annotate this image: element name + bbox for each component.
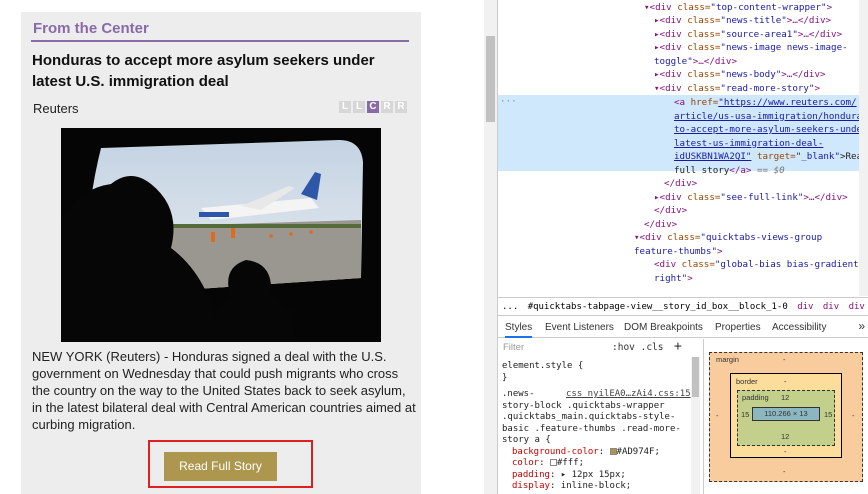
web-page: From the Center Honduras to accept more … [0, 0, 484, 494]
dom-line[interactable]: ▾<div class="read-more-story"> [654, 82, 820, 96]
style-property[interactable]: padding: ▸ 12px 15px; [512, 470, 626, 482]
tab-accessibility[interactable]: Accessibility [772, 322, 826, 333]
breadcrumb-item[interactable]: div [849, 302, 865, 312]
scrollbar-thumb[interactable] [692, 357, 699, 397]
more-tabs-icon[interactable]: » [858, 319, 865, 333]
style-rule-selector: basic .feature-thumbs .read-more- [502, 423, 681, 434]
margin-right-value[interactable]: - [852, 411, 855, 420]
styles-pane: Filter :hov .cls + element.style { } .ne… [498, 339, 704, 494]
styles-filter-input[interactable]: Filter [503, 342, 524, 353]
dom-line[interactable]: </div> [664, 177, 697, 191]
breadcrumb-item[interactable]: div [797, 302, 813, 312]
dom-line[interactable]: ▾<div class="quicktabs-views-group [634, 231, 822, 245]
style-rule-selector[interactable]: .news-css_nyilEA0…zAi4.css:15 [502, 389, 691, 401]
margin-label: margin [716, 355, 739, 364]
box-padding[interactable]: padding 12 15 15 12 110.266 × 13 [737, 390, 835, 446]
scrollbar-thumb[interactable] [486, 36, 495, 122]
breadcrumb-id[interactable]: #quicktabs-tabpage-view__story_id_box__b… [528, 302, 788, 312]
style-rule-selector[interactable]: element.style { [502, 361, 583, 373]
section-divider [31, 40, 409, 42]
article-headline[interactable]: Honduras to accept more asylum seekers u… [32, 50, 412, 92]
dom-line-selected[interactable]: full story</a> == $0 [674, 164, 785, 178]
border-top-value[interactable]: - [784, 377, 787, 386]
new-style-rule-button[interactable]: + [674, 339, 682, 354]
dom-line[interactable]: ▸<div class="news-body">…</div> [654, 68, 826, 82]
dom-line-selected[interactable]: article/us-usa-immigration/honduras- [674, 110, 868, 124]
tab-dom-breakpoints[interactable]: DOM Breakpoints [624, 322, 703, 333]
padding-left-value[interactable]: 15 [741, 410, 749, 419]
padding-top-value[interactable]: 12 [781, 393, 789, 402]
border-bottom-value[interactable]: - [784, 447, 787, 456]
dom-line-selected[interactable]: idUSKBN1WA2QI" target="_blank">Read [674, 150, 868, 164]
breadcrumb-item[interactable]: div [823, 302, 839, 312]
style-property[interactable]: background-color: #AD974F; [512, 447, 660, 459]
dom-line[interactable]: ▸<div class="news-title">…</div> [654, 14, 831, 28]
box-content[interactable]: 110.266 × 13 [752, 407, 820, 421]
dom-line[interactable]: right"> [654, 272, 693, 286]
bias-letter-right: R [395, 101, 407, 113]
article-card: From the Center Honduras to accept more … [21, 12, 421, 494]
dom-line[interactable]: feature-thumbs"> [634, 245, 723, 259]
dom-line[interactable]: </div> [654, 204, 687, 218]
style-rule-selector: story a { [502, 435, 551, 445]
bias-letter-lean-right: R [381, 101, 393, 113]
style-rule-close: } [502, 373, 508, 383]
padding-right-value[interactable]: 15 [824, 410, 832, 419]
style-property[interactable]: display: inline-block; [512, 481, 631, 493]
tab-properties[interactable]: Properties [715, 322, 761, 333]
hov-cls-toggle[interactable]: :hov .cls [612, 342, 663, 353]
dom-line[interactable]: ▸<div class="news-image news-image- [654, 41, 848, 55]
dom-line[interactable]: ▾<div class="top-content-wrapper"> [644, 1, 832, 15]
padding-label: padding [742, 393, 769, 402]
tab-styles[interactable]: Styles [505, 322, 533, 338]
style-rule-selector: story-block .quicktabs-wrapper [502, 400, 665, 411]
style-property[interactable]: color: #fff; [512, 458, 584, 470]
bias-letter-left: L [339, 101, 351, 113]
styles-scrollbar[interactable] [691, 357, 700, 494]
section-title: From the Center [33, 20, 149, 37]
dom-scrollbar[interactable] [859, 0, 868, 296]
news-photo[interactable] [61, 128, 381, 342]
box-border[interactable]: border - - padding 12 15 15 12 110.266 ×… [730, 373, 842, 458]
style-rule-selector: .quicktabs_main.quicktabs-style- [502, 412, 676, 422]
stylesheet-link[interactable]: css_nyilEA0…zAi4.css:15 [566, 389, 691, 401]
dom-line-selected[interactable]: to-accept-more-asylum-seekers-under- [674, 123, 868, 137]
color-swatch-icon[interactable] [549, 459, 557, 466]
highlight-annotation [148, 440, 313, 488]
bias-rating: L L C R R [339, 101, 407, 113]
page-scrollbar[interactable] [484, 0, 497, 494]
devtools-tabs: Styles Event Listeners DOM Breakpoints P… [498, 317, 868, 338]
border-label: border [736, 377, 758, 386]
breadcrumb-ellipsis[interactable]: ... [502, 302, 518, 312]
margin-bottom-value[interactable]: - [783, 467, 786, 476]
box-margin[interactable]: margin - - - - border - - padding 12 15 … [709, 352, 863, 482]
dom-line[interactable]: <div class="global-bias bias-gradient- [654, 258, 864, 272]
dom-line[interactable]: ▸<div class="source-area1">…</div> [654, 28, 842, 42]
color-swatch-icon[interactable] [609, 447, 617, 455]
article-source[interactable]: Reuters [33, 101, 79, 116]
elements-tree: ··· ▾<div class="top-content-wrapper"> ▸… [498, 0, 868, 296]
airport-window-photo [61, 128, 381, 342]
breadcrumb: ... #quicktabs-tabpage-view__story_id_bo… [498, 297, 868, 316]
node-ellipsis[interactable]: ··· [500, 96, 517, 107]
article-body: NEW YORK (Reuters) - Honduras signed a d… [32, 349, 416, 432]
dom-line[interactable]: ▸<div class="see-full-link">…</div> [654, 191, 848, 205]
dom-line[interactable]: </div> [644, 218, 677, 232]
margin-top-value[interactable]: - [783, 355, 786, 364]
padding-bottom-value[interactable]: 12 [781, 432, 789, 441]
box-model-diagram: margin - - - - border - - padding 12 15 … [705, 339, 868, 494]
dom-line[interactable]: toggle">…</div> [654, 55, 737, 69]
tab-event-listeners[interactable]: Event Listeners [545, 322, 614, 333]
bias-letter-center: C [367, 101, 379, 113]
dom-line-selected[interactable]: latest-us-immigration-deal- [674, 137, 823, 151]
margin-left-value[interactable]: - [716, 411, 719, 420]
dom-line-selected[interactable]: <a href="https://www.reuters.com/ [674, 96, 857, 110]
bias-letter-lean-left: L [353, 101, 365, 113]
devtools-panel: ··· ▾<div class="top-content-wrapper"> ▸… [497, 0, 868, 494]
